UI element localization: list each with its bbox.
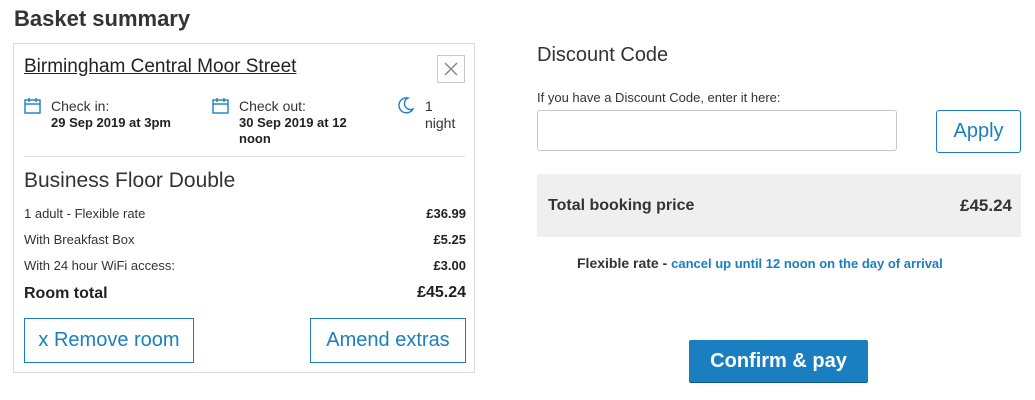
line-item-label: With 24 hour WiFi access: (24, 258, 175, 273)
total-booking-price: £45.24 (960, 196, 1012, 215)
apply-button[interactable]: Apply (936, 110, 1021, 153)
line-item-price: £36.99 (426, 206, 466, 221)
line-item-label: With Breakfast Box (24, 232, 135, 247)
hotel-name-link[interactable]: Birmingham Central Moor Street (24, 56, 296, 78)
discount-code-title: Discount Code (537, 44, 669, 66)
nights-value: 1 night (425, 98, 456, 131)
check-out-value: 30 Sep 2019 at 12 noon (239, 115, 347, 146)
check-in-label: Check in: (51, 98, 110, 114)
line-item-price: £3.00 (433, 258, 466, 273)
remove-room-button[interactable]: x Remove room (24, 318, 194, 363)
total-booking-label: Total booking price (548, 197, 695, 214)
discount-code-input[interactable] (537, 110, 897, 151)
room-type: Business Floor Double (24, 169, 236, 192)
cancellation-policy-link[interactable]: cancel up until 12 noon on the day of ar… (671, 256, 943, 271)
close-icon (444, 62, 458, 76)
line-item-price: £5.25 (433, 232, 466, 247)
calendar-icon (212, 98, 229, 114)
amend-extras-button[interactable]: Amend extras (310, 318, 466, 363)
discount-code-hint: If you have a Discount Code, enter it he… (537, 90, 781, 105)
divider (24, 156, 465, 157)
check-out-label: Check out: (239, 98, 306, 114)
basket-summary-title: Basket summary (14, 6, 191, 31)
remove-hotel-button[interactable] (437, 55, 465, 83)
moon-icon (398, 97, 414, 114)
room-total-label: Room total (24, 285, 108, 302)
confirm-pay-button[interactable]: Confirm & pay (689, 340, 868, 382)
rate-label: Flexible rate - (577, 255, 672, 271)
calendar-icon (24, 98, 41, 114)
check-in-value: 29 Sep 2019 at 3pm (51, 115, 171, 130)
room-total-price: £45.24 (417, 284, 466, 301)
line-item-label: 1 adult - Flexible rate (24, 206, 146, 221)
rate-policy: Flexible rate - cancel up until 12 noon … (577, 254, 957, 273)
